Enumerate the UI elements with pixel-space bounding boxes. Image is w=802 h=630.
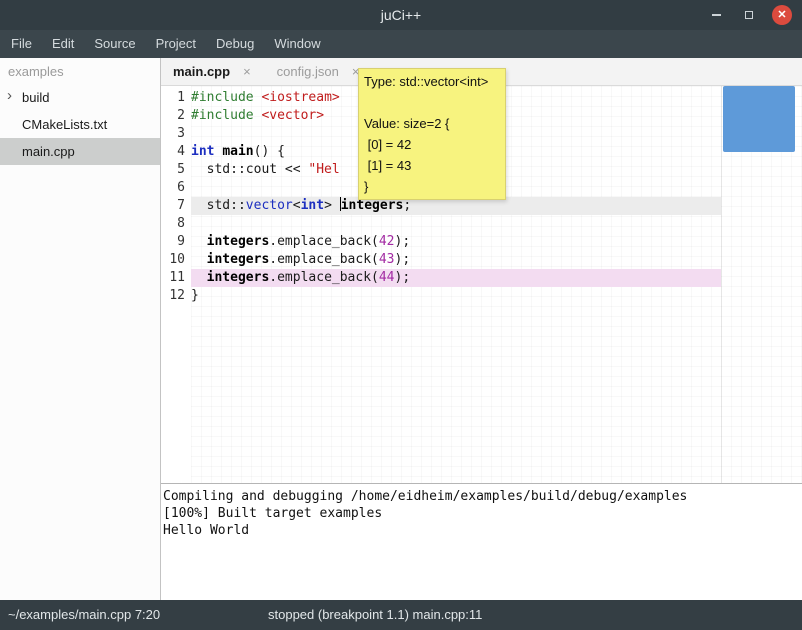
line-number[interactable]: 9 <box>161 233 191 251</box>
terminal-output[interactable]: Compiling and debugging /home/eidheim/ex… <box>161 483 802 600</box>
code-token: #include <box>191 108 254 123</box>
tooltip-line: Type: std::vector<int> <box>364 71 500 92</box>
menu-item-source[interactable]: Source <box>84 30 145 58</box>
file-name: CMakeLists.txt <box>22 117 107 132</box>
minimize-icon <box>712 14 721 16</box>
code-token: ; <box>403 198 411 213</box>
menu-bar: FileEditSourceProjectDebugWindow <box>0 30 802 58</box>
menu-item-window[interactable]: Window <box>264 30 330 58</box>
file-tree: › build CMakeLists.txt main.cpp <box>0 84 160 165</box>
project-folder-name: examples <box>0 58 160 84</box>
line-number[interactable]: 6 <box>161 179 191 197</box>
file-name: build <box>22 90 49 105</box>
tooltip-line: Value: size=2 { <box>364 113 500 134</box>
scrollbar-thumb[interactable] <box>723 86 795 152</box>
tooltip-line: } <box>364 176 500 197</box>
code-token: <iostream> <box>261 90 339 105</box>
line-number-gutter: 123456789101112 <box>161 86 191 483</box>
menu-item-project[interactable]: Project <box>146 30 206 58</box>
tooltip-line: [0] = 42 <box>364 134 500 155</box>
code-line-11[interactable]: integers.emplace_back(44); <box>191 269 721 287</box>
tab-label: main.cpp <box>173 64 230 79</box>
code-token: } <box>191 288 199 303</box>
window-title: juCi++ <box>381 7 421 23</box>
line-number[interactable]: 10 <box>161 251 191 269</box>
code-line-8[interactable] <box>191 215 721 233</box>
code-token: integers <box>207 252 270 267</box>
code-token: .emplace_back( <box>269 270 379 285</box>
tooltip-line <box>364 92 500 113</box>
code-token: ); <box>395 234 411 249</box>
code-token: ); <box>395 270 411 285</box>
menu-item-edit[interactable]: Edit <box>42 30 84 58</box>
tab-label: config.json <box>277 64 339 79</box>
line-number[interactable]: 3 <box>161 125 191 143</box>
tab-main-cpp[interactable]: main.cpp × <box>173 64 251 79</box>
sidebar-item-cmakelists-txt[interactable]: CMakeLists.txt <box>0 111 160 138</box>
code-token: 44 <box>379 270 395 285</box>
menu-item-file[interactable]: File <box>1 30 42 58</box>
line-number[interactable]: 11 <box>161 269 191 287</box>
terminal-line: [100%] Built target examples <box>163 505 802 522</box>
app-window: juCi++ ✕ FileEditSourceProjectDebugWindo… <box>0 0 802 630</box>
code-token: .emplace_back( <box>269 234 379 249</box>
code-token: () { <box>254 144 285 159</box>
code-token: .emplace_back( <box>269 252 379 267</box>
line-number[interactable]: 8 <box>161 215 191 233</box>
minimize-button[interactable] <box>706 5 726 25</box>
cursor-location-status: ~/examples/main.cpp 7:20 <box>8 600 160 630</box>
menu-item-debug[interactable]: Debug <box>206 30 264 58</box>
expander-icon[interactable]: › <box>7 87 12 104</box>
right-margin-line <box>721 86 722 483</box>
line-number[interactable]: 12 <box>161 287 191 305</box>
sidebar-item-build[interactable]: › build <box>0 84 160 111</box>
debug-status: stopped (breakpoint 1.1) main.cpp:11 <box>268 600 482 630</box>
line-number[interactable]: 2 <box>161 107 191 125</box>
code-token: integers <box>207 270 270 285</box>
file-name: main.cpp <box>22 144 75 159</box>
debug-value-tooltip: Type: std::vector<int>Value: size=2 { [0… <box>358 68 506 200</box>
code-token <box>191 270 207 285</box>
sidebar-item-main-cpp[interactable]: main.cpp <box>0 138 160 165</box>
code-token: ); <box>395 252 411 267</box>
tab-config-json[interactable]: config.json× <box>277 64 360 79</box>
code-token: < <box>293 198 301 213</box>
line-number[interactable]: 1 <box>161 89 191 107</box>
title-bar: juCi++ ✕ <box>0 0 802 30</box>
code-token: 42 <box>379 234 395 249</box>
code-line-10[interactable]: integers.emplace_back(43); <box>191 251 721 269</box>
code-token: #include <box>191 90 254 105</box>
code-token: std::cout << <box>191 162 308 177</box>
window-controls: ✕ <box>706 0 792 30</box>
close-button[interactable]: ✕ <box>772 5 792 25</box>
terminal-line: Compiling and debugging /home/eidheim/ex… <box>163 488 802 505</box>
code-token: std:: <box>191 198 246 213</box>
code-token: 43 <box>379 252 395 267</box>
code-line-12[interactable]: } <box>191 287 721 305</box>
tooltip-line: [1] = 43 <box>364 155 500 176</box>
code-token: int <box>191 144 214 159</box>
maximize-button[interactable] <box>739 5 759 25</box>
line-number[interactable]: 4 <box>161 143 191 161</box>
code-token <box>191 234 207 249</box>
code-token <box>191 252 207 267</box>
terminal-line: Hello World <box>163 522 802 539</box>
code-token: "Hel <box>308 162 339 177</box>
code-token: > <box>324 198 340 213</box>
code-token: integers <box>341 198 404 213</box>
code-token: integers <box>207 234 270 249</box>
code-line-9[interactable]: integers.emplace_back(42); <box>191 233 721 251</box>
code-token: int <box>301 198 324 213</box>
close-icon: ✕ <box>777 10 786 21</box>
code-token: main <box>222 144 253 159</box>
code-token: <vector> <box>261 108 324 123</box>
code-token: vector <box>246 198 293 213</box>
file-tree-panel: examples › build CMakeLists.txt main.cpp <box>0 58 161 600</box>
maximize-icon <box>745 11 753 19</box>
line-number[interactable]: 7 <box>161 197 191 215</box>
line-number[interactable]: 5 <box>161 161 191 179</box>
tab-close-icon[interactable]: × <box>243 64 251 79</box>
status-bar: ~/examples/main.cpp 7:20 stopped (breakp… <box>0 600 802 630</box>
